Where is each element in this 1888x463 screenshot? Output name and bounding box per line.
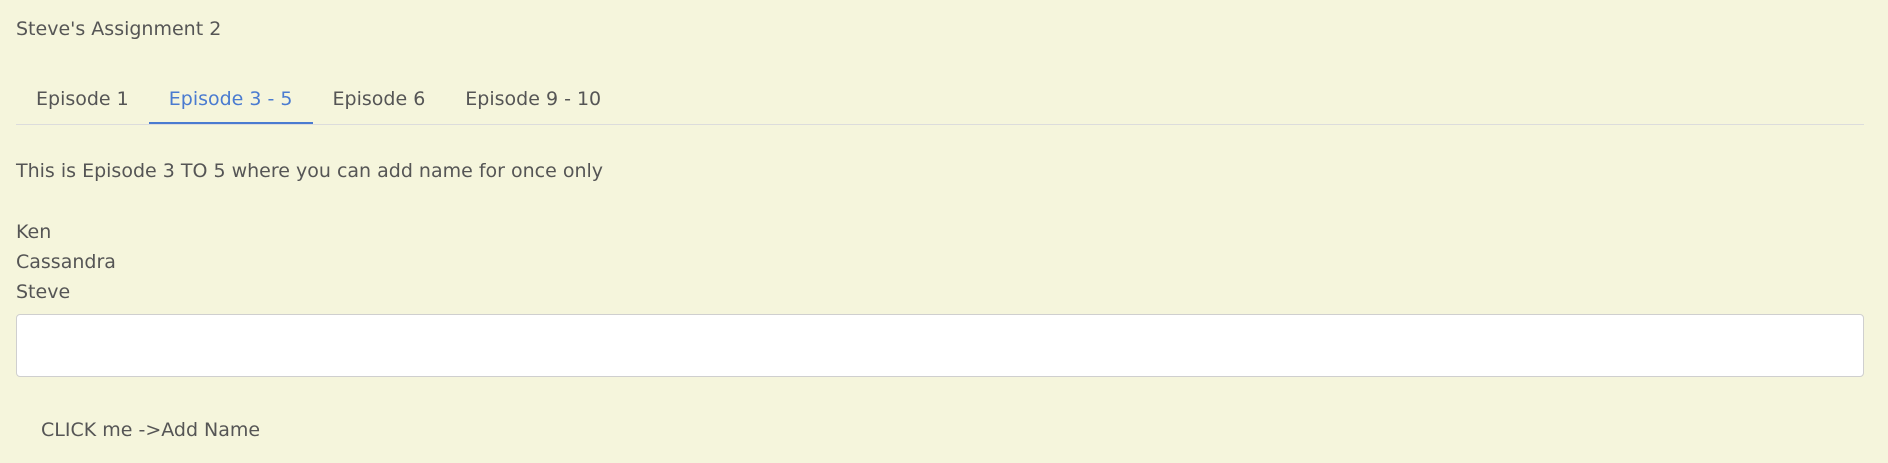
list-item: Steve [16,281,71,303]
app-title: Steve's Assignment 2 [16,18,222,40]
tab-episode-1[interactable]: Episode 1 [16,80,149,124]
list-item: Ken [16,221,52,243]
tab-episode-9-10[interactable]: Episode 9 - 10 [445,80,621,124]
add-name-button[interactable]: CLICK me ->Add Name [16,410,285,450]
list-item: Cassandra [16,251,116,273]
tab-episode-3-5[interactable]: Episode 3 - 5 [148,80,313,124]
tab-episode-6[interactable]: Episode 6 [313,80,446,124]
names-list: Ken Cassandra Steve [16,217,116,307]
tab-bar: Episode 1 Episode 3 - 5 Episode 6 Episod… [16,80,1864,125]
episode-description: This is Episode 3 TO 5 where you can add… [16,160,604,182]
name-input[interactable] [16,314,1864,377]
